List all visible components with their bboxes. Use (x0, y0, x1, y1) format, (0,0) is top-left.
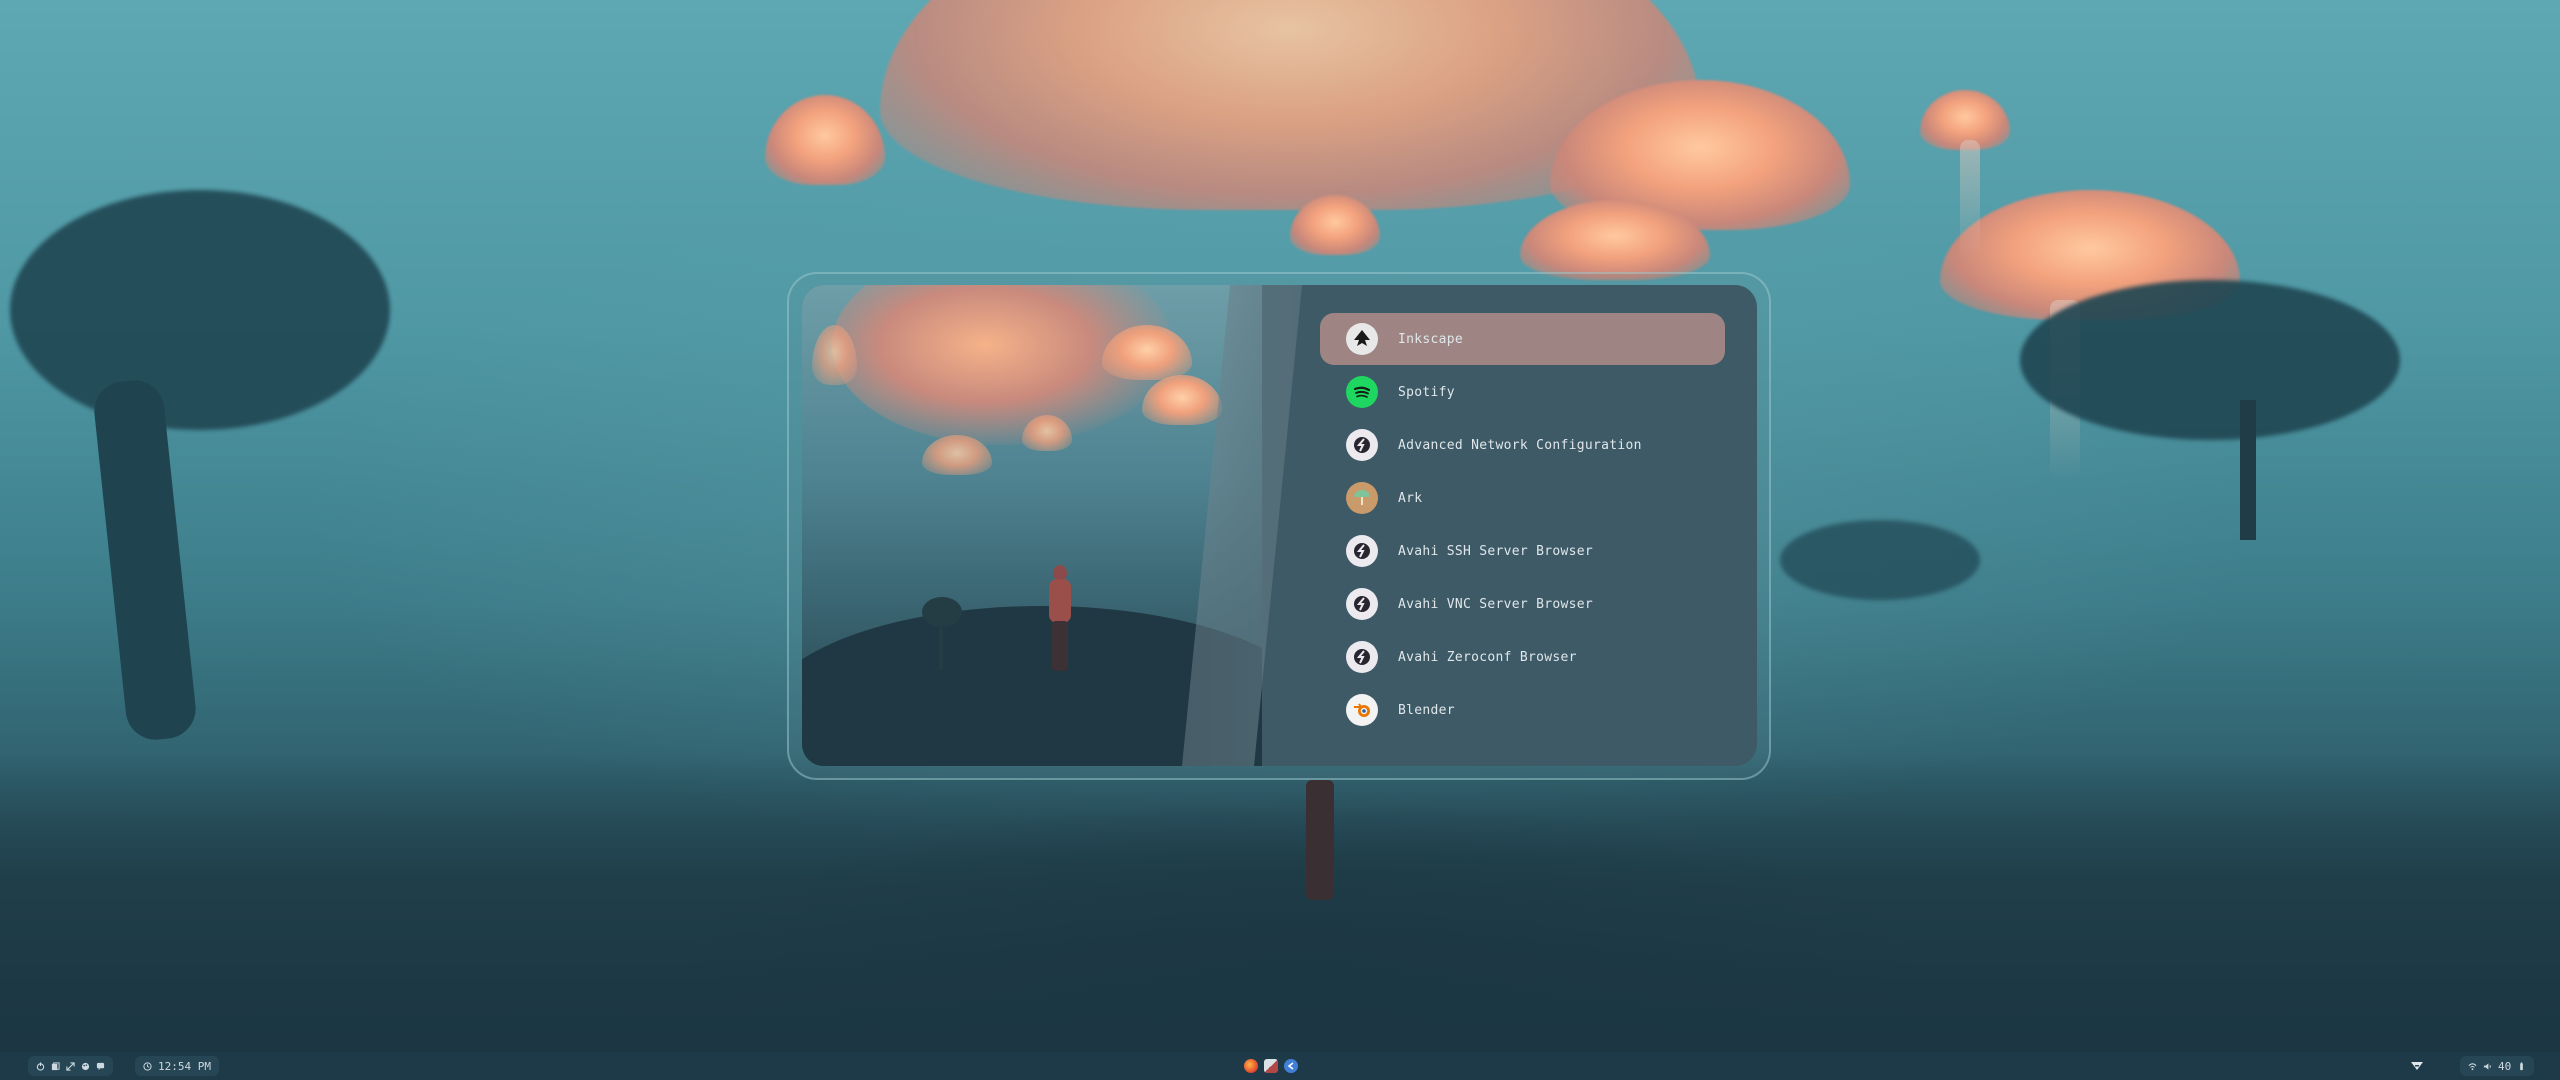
firefox-icon[interactable] (1244, 1059, 1258, 1073)
power-icon[interactable] (36, 1061, 45, 1071)
notification-icon[interactable] (2410, 1060, 2424, 1072)
battery-icon[interactable] (2517, 1061, 2526, 1071)
app-item-avahi-zeroconf-browser[interactable]: Avahi Zeroconf Browser (1320, 631, 1725, 683)
app-label: Inkscape (1398, 331, 1464, 347)
taskbar: 12:54 PM 40 (0, 1052, 2560, 1080)
blender-icon (1346, 694, 1378, 726)
taskbar-status-group: 40 (2460, 1056, 2535, 1076)
spotify-icon (1346, 376, 1378, 408)
app-label: Avahi Zeroconf Browser (1398, 649, 1577, 665)
app-icon[interactable] (1284, 1059, 1298, 1073)
volume-icon[interactable] (2483, 1062, 2492, 1071)
app-label: Advanced Network Configuration (1398, 437, 1642, 453)
avahi-icon (1346, 588, 1378, 620)
preview-tree-trunk (939, 620, 943, 670)
taskbar-tray-icon (2402, 1056, 2432, 1076)
wallpaper-tree-trunk (2240, 400, 2256, 540)
wallpaper-tree (1780, 520, 1980, 600)
preview-astronaut (1047, 565, 1073, 675)
avahi-icon (1346, 535, 1378, 567)
app-item-advanced-network-configuration[interactable]: Advanced Network Configuration (1320, 419, 1725, 471)
taskbar-center-apps (1244, 1056, 1298, 1076)
expand-icon[interactable] (66, 1061, 75, 1071)
taskbar-clock[interactable]: 12:54 PM (135, 1056, 219, 1076)
clock-icon (143, 1061, 152, 1071)
app-item-blender[interactable]: Blender (1320, 684, 1725, 736)
app-list: Inkscape Spotify Advanced Network Config… (1320, 313, 1725, 737)
terminal-icon[interactable] (1264, 1059, 1278, 1073)
network-config-icon (1346, 429, 1378, 461)
app-label: Avahi VNC Server Browser (1398, 596, 1594, 612)
chat-icon[interactable] (96, 1062, 105, 1071)
app-label: Avahi SSH Server Browser (1398, 543, 1594, 559)
app-item-ark[interactable]: Ark (1320, 472, 1725, 524)
wallpaper-ground (0, 752, 2560, 1052)
palette-icon[interactable] (81, 1062, 90, 1071)
inkscape-icon (1346, 323, 1378, 355)
wallpaper-tree (2020, 280, 2400, 440)
app-launcher: Inkscape Spotify Advanced Network Config… (802, 285, 1757, 766)
clock-time: 12:54 PM (158, 1059, 211, 1073)
files-icon[interactable] (51, 1061, 60, 1071)
volume-level: 40 (2498, 1059, 2512, 1073)
app-item-spotify[interactable]: Spotify (1320, 366, 1725, 418)
app-item-avahi-ssh-server-browser[interactable]: Avahi SSH Server Browser (1320, 525, 1725, 577)
wallpaper-stem (1960, 140, 1980, 260)
app-item-inkscape[interactable]: Inkscape (1320, 313, 1725, 365)
wifi-icon[interactable] (2468, 1062, 2477, 1071)
wallpaper-figure (1306, 780, 1334, 900)
app-label: Spotify (1398, 384, 1455, 400)
taskbar-left-group (28, 1056, 113, 1076)
ark-icon (1346, 482, 1378, 514)
avahi-icon (1346, 641, 1378, 673)
wallpaper-tree (10, 190, 390, 430)
app-label: Ark (1398, 490, 1423, 506)
app-label: Blender (1398, 702, 1455, 718)
app-item-avahi-vnc-server-browser[interactable]: Avahi VNC Server Browser (1320, 578, 1725, 630)
